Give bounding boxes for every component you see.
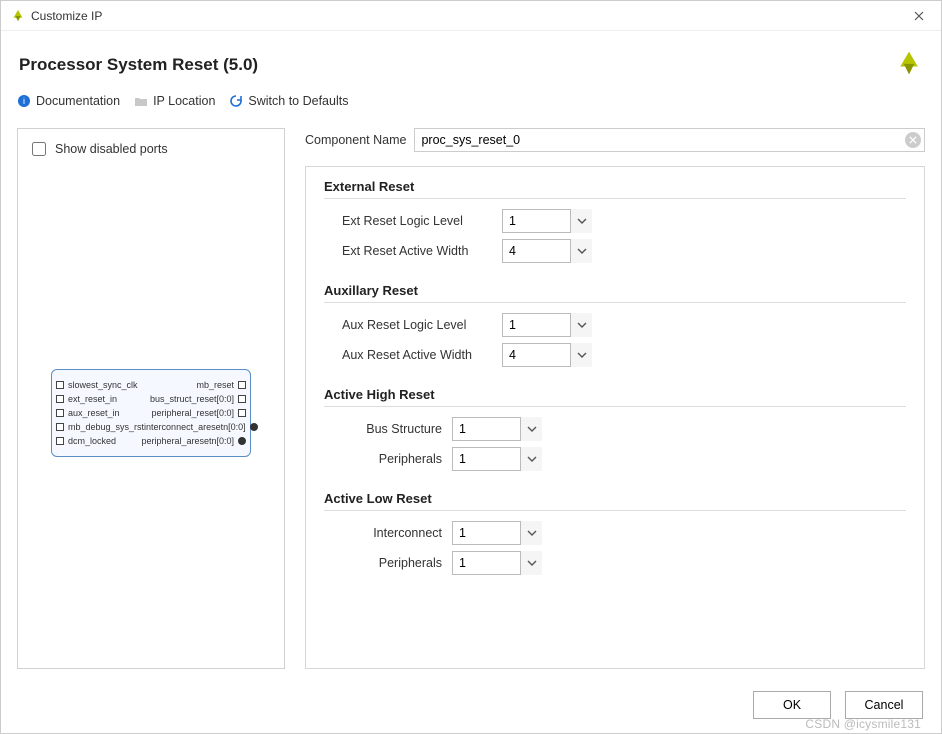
port-out: peripheral_aresetn[0:0]: [141, 434, 246, 448]
ip-location-link[interactable]: IP Location: [134, 94, 215, 108]
port-in: dcm_locked: [56, 434, 116, 448]
info-icon: i: [17, 94, 31, 108]
chevron-down-icon[interactable]: [520, 521, 542, 545]
component-name-input[interactable]: [414, 128, 925, 152]
port-out: bus_struct_reset[0:0]: [150, 392, 246, 406]
footer: OK Cancel CSDN @icysmile131: [1, 681, 941, 733]
page-title: Processor System Reset (5.0): [19, 55, 895, 75]
ah-peripherals-label: Peripherals: [342, 452, 442, 466]
switch-defaults-label: Switch to Defaults: [248, 94, 348, 108]
port-out: peripheral_reset[0:0]: [151, 406, 246, 420]
chevron-down-icon[interactable]: [520, 447, 542, 471]
aux-reset-logic-level-label: Aux Reset Logic Level: [342, 318, 492, 332]
chevron-down-icon[interactable]: [570, 239, 592, 263]
chevron-down-icon[interactable]: [570, 313, 592, 337]
chevron-down-icon[interactable]: [520, 551, 542, 575]
clear-icon[interactable]: [905, 132, 921, 148]
ip-block: slowest_sync_clk mb_reset ext_reset_in bus…: [51, 369, 251, 457]
ext-reset-active-width-label: Ext Reset Active Width: [342, 244, 492, 258]
vendor-logo-icon: [895, 49, 923, 80]
port-in: mb_debug_sys_rst: [56, 420, 144, 434]
switch-defaults-link[interactable]: Switch to Defaults: [229, 94, 348, 108]
window-title: Customize IP: [31, 9, 907, 23]
ext-reset-active-width-combo[interactable]: [502, 239, 592, 263]
watermark: CSDN @icysmile131: [805, 717, 921, 731]
port-out: mb_reset: [196, 378, 246, 392]
aux-reset-active-width-label: Aux Reset Active Width: [342, 348, 492, 362]
interconnect-combo[interactable]: [452, 521, 542, 545]
refresh-icon: [229, 94, 243, 108]
port-in: aux_reset_in: [56, 406, 120, 420]
section-active-high: Active High Reset Bus Structure Peripher…: [324, 387, 906, 471]
ip-location-label: IP Location: [153, 94, 215, 108]
section-aux-reset: Auxillary Reset Aux Reset Logic Level Au…: [324, 283, 906, 367]
show-disabled-ports-checkbox[interactable]: Show disabled ports: [28, 139, 274, 159]
port-in: ext_reset_in: [56, 392, 117, 406]
preview-panel: Show disabled ports slowest_sync_clk mb_r…: [17, 128, 285, 669]
section-title: Auxillary Reset: [324, 283, 906, 298]
port-out: interconnect_aresetn[0:0]: [144, 420, 258, 434]
section-title: External Reset: [324, 179, 906, 194]
section-title: Active Low Reset: [324, 491, 906, 506]
ext-reset-logic-level-label: Ext Reset Logic Level: [342, 214, 492, 228]
show-disabled-ports-input[interactable]: [32, 142, 46, 156]
documentation-link[interactable]: i Documentation: [17, 94, 120, 108]
show-disabled-ports-label: Show disabled ports: [55, 142, 168, 156]
component-name-label: Component Name: [305, 133, 406, 147]
component-name-row: Component Name: [305, 128, 925, 152]
chevron-down-icon[interactable]: [520, 417, 542, 441]
toolbar: i Documentation IP Location Switch to De…: [1, 90, 941, 120]
header: Processor System Reset (5.0): [1, 31, 941, 90]
bus-structure-combo[interactable]: [452, 417, 542, 441]
documentation-label: Documentation: [36, 94, 120, 108]
chevron-down-icon[interactable]: [570, 209, 592, 233]
main-content: Show disabled ports slowest_sync_clk mb_r…: [1, 120, 941, 681]
close-button[interactable]: [907, 4, 931, 28]
aux-reset-logic-level-combo[interactable]: [502, 313, 592, 337]
form-frame: External Reset Ext Reset Logic Level Ext…: [305, 166, 925, 669]
aux-reset-active-width-combo[interactable]: [502, 343, 592, 367]
cancel-button[interactable]: Cancel: [845, 691, 923, 719]
bus-structure-label: Bus Structure: [342, 422, 442, 436]
customize-ip-window: Customize IP Processor System Reset (5.0…: [0, 0, 942, 734]
svg-text:i: i: [23, 96, 25, 106]
titlebar: Customize IP: [1, 1, 941, 31]
port-in: slowest_sync_clk: [56, 378, 138, 392]
ok-button[interactable]: OK: [753, 691, 831, 719]
interconnect-label: Interconnect: [342, 526, 442, 540]
al-peripherals-label: Peripherals: [342, 556, 442, 570]
chevron-down-icon[interactable]: [570, 343, 592, 367]
section-active-low: Active Low Reset Interconnect Peripheral…: [324, 491, 906, 575]
section-external-reset: External Reset Ext Reset Logic Level Ext…: [324, 179, 906, 263]
app-icon: [11, 9, 25, 23]
folder-icon: [134, 94, 148, 108]
ip-diagram: slowest_sync_clk mb_reset ext_reset_in bus…: [28, 167, 274, 658]
config-panel: Component Name External Reset Ext Reset …: [305, 128, 925, 669]
section-title: Active High Reset: [324, 387, 906, 402]
ext-reset-logic-level-combo[interactable]: [502, 209, 592, 233]
ah-peripherals-combo[interactable]: [452, 447, 542, 471]
al-peripherals-combo[interactable]: [452, 551, 542, 575]
